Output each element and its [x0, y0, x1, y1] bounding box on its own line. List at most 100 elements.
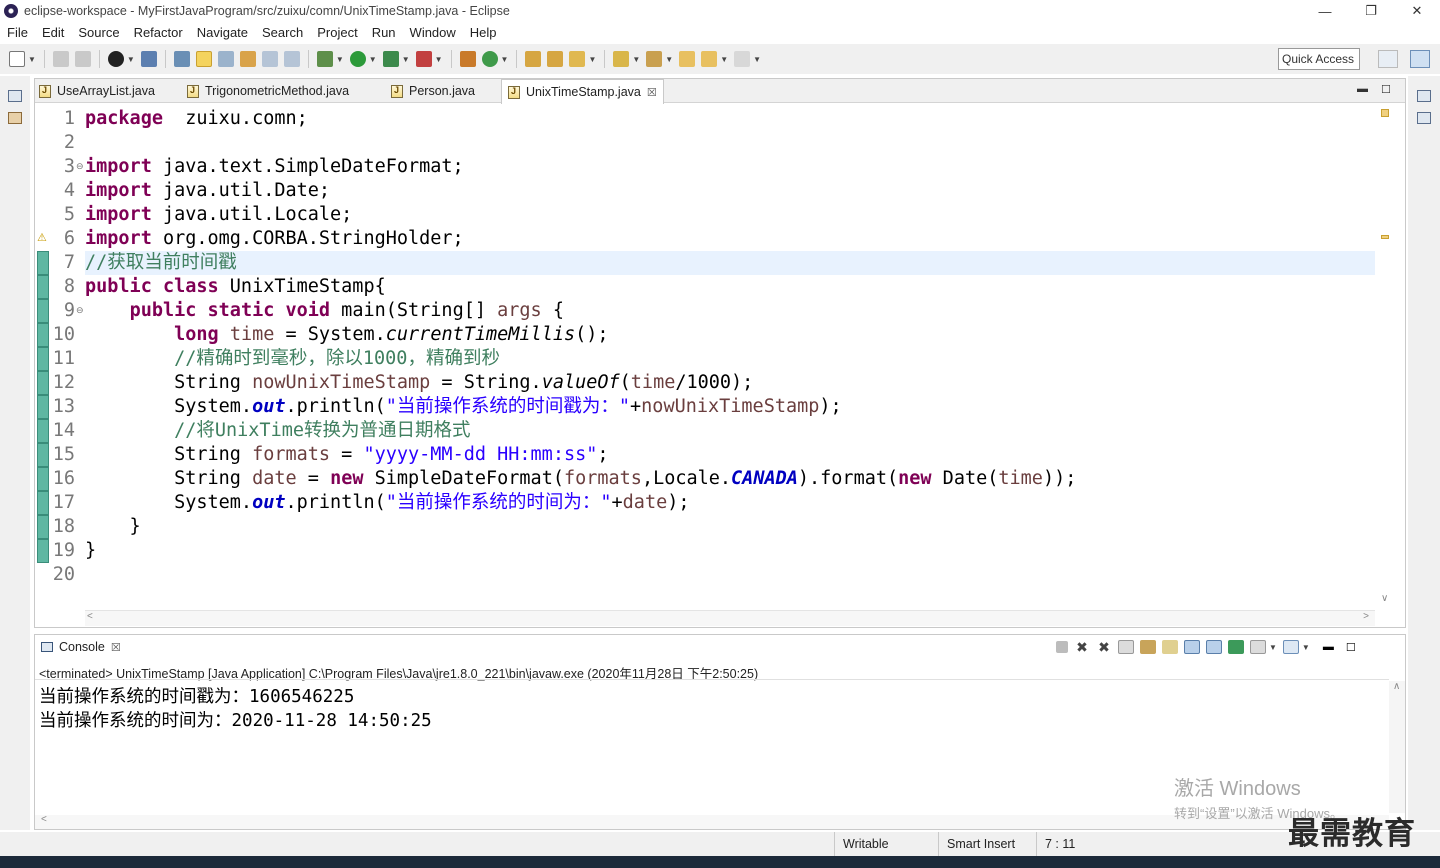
- menu-search[interactable]: Search: [255, 25, 310, 40]
- remove-all-icon[interactable]: ✖: [1096, 640, 1112, 654]
- code-line[interactable]: [85, 563, 1375, 587]
- fold-toggle-icon[interactable]: ⊖: [76, 305, 84, 316]
- debug-mode-icon[interactable]: [107, 51, 124, 67]
- menu-navigate[interactable]: Navigate: [190, 25, 255, 40]
- code-line[interactable]: }: [85, 539, 1375, 563]
- dropdown-arrow-icon[interactable]: ▼: [369, 55, 377, 64]
- open-folder-icon[interactable]: [547, 51, 564, 67]
- menu-source[interactable]: Source: [71, 25, 126, 40]
- coverage-icon[interactable]: [382, 51, 399, 67]
- save-icon[interactable]: [52, 51, 69, 67]
- display-console-icon[interactable]: [1250, 640, 1266, 654]
- open-task-icon[interactable]: [525, 51, 542, 67]
- code-line[interactable]: System.out.println("当前操作系统的时间为："+date);: [85, 491, 1375, 515]
- code-line[interactable]: package zuixu.comn;: [85, 107, 1375, 131]
- scroll-down-icon[interactable]: ∨: [1381, 593, 1388, 604]
- code-line[interactable]: String date = new SimpleDateFormat(forma…: [85, 467, 1375, 491]
- overview-warning-marker[interactable]: [1381, 235, 1389, 239]
- scroll-lock-icon[interactable]: [1140, 640, 1156, 654]
- pencil-icon[interactable]: [569, 51, 586, 67]
- overview-marker[interactable]: [1381, 109, 1389, 117]
- prev-edit-icon[interactable]: [646, 51, 663, 67]
- remove-launch-icon[interactable]: ✖: [1074, 640, 1090, 654]
- dropdown-arrow-icon[interactable]: ▼: [501, 55, 509, 64]
- maximize-icon[interactable]: ☐: [1381, 83, 1391, 96]
- show-on-stderr-icon[interactable]: [1206, 640, 1222, 654]
- new-file-icon[interactable]: [9, 51, 25, 67]
- word-wrap-icon[interactable]: [1162, 640, 1178, 654]
- toggle-mark-icon[interactable]: [239, 51, 256, 67]
- code-line[interactable]: //精确时到毫秒，除以1000，精确到秒: [85, 347, 1375, 371]
- dropdown-arrow-icon[interactable]: ▼: [336, 55, 344, 64]
- code-line[interactable]: public static void main(String[] args {: [85, 299, 1375, 323]
- clear-console-icon[interactable]: [1118, 640, 1134, 654]
- tab-trigonometric-method[interactable]: TrigonometricMethod.java: [187, 79, 349, 103]
- close-button[interactable]: ✕: [1394, 0, 1440, 22]
- code-line[interactable]: //获取当前时间戳: [85, 251, 1375, 275]
- dropdown-arrow-icon[interactable]: ▼: [28, 55, 36, 64]
- show-whitespace-icon[interactable]: [283, 51, 300, 67]
- minimize-icon[interactable]: ▬: [1323, 641, 1334, 653]
- scroll-left-icon[interactable]: <: [87, 611, 93, 622]
- code-line[interactable]: long time = System.currentTimeMillis();: [85, 323, 1375, 347]
- save-all-icon[interactable]: [74, 51, 91, 67]
- dropdown-arrow-icon[interactable]: ▼: [127, 55, 135, 64]
- new-class-icon[interactable]: [481, 51, 498, 67]
- tab-use-array-list[interactable]: UseArrayList.java: [39, 79, 155, 103]
- editor-horizontal-scrollbar[interactable]: < >: [85, 610, 1375, 626]
- package-explorer-icon[interactable]: [8, 112, 22, 124]
- external-tools-icon[interactable]: [415, 51, 432, 67]
- forward-icon[interactable]: [734, 51, 751, 67]
- code-line[interactable]: import java.text.SimpleDateFormat;: [85, 155, 1375, 179]
- menu-project[interactable]: Project: [310, 25, 364, 40]
- open-perspective-icon[interactable]: [1378, 50, 1398, 68]
- highlight-icon[interactable]: [195, 51, 212, 67]
- dropdown-arrow-icon[interactable]: ▼: [402, 55, 410, 64]
- code-line[interactable]: String nowUnixTimeStamp = String.valueOf…: [85, 371, 1375, 395]
- menu-help[interactable]: Help: [463, 25, 504, 40]
- debug-icon[interactable]: [316, 51, 333, 67]
- code-line[interactable]: [85, 131, 1375, 155]
- outline-icon[interactable]: [1417, 112, 1431, 124]
- run-icon[interactable]: [349, 51, 366, 67]
- dropdown-arrow-icon[interactable]: ▼: [588, 55, 596, 64]
- block-selection-icon[interactable]: [261, 51, 278, 67]
- code-line[interactable]: import java.util.Date;: [85, 179, 1375, 203]
- dropdown-arrow-icon[interactable]: ▼: [632, 55, 640, 64]
- code-line[interactable]: public class UnixTimeStamp{: [85, 275, 1375, 299]
- next-annotation-icon[interactable]: [217, 51, 234, 67]
- menu-edit[interactable]: Edit: [35, 25, 71, 40]
- restore-icon[interactable]: [8, 90, 22, 102]
- code-line[interactable]: System.out.println("当前操作系统的时间戳为："+nowUni…: [85, 395, 1375, 419]
- code-line[interactable]: String formats = "yyyy-MM-dd HH:mm:ss";: [85, 443, 1375, 467]
- code-editor[interactable]: package zuixu.comn; import java.text.Simp…: [85, 105, 1375, 610]
- scroll-right-icon[interactable]: >: [1363, 611, 1369, 622]
- menu-file[interactable]: File: [0, 25, 35, 40]
- warning-icon[interactable]: ⚠: [37, 231, 47, 244]
- dropdown-arrow-icon[interactable]: ▼: [1269, 643, 1277, 652]
- new-package-icon[interactable]: [459, 51, 476, 67]
- dropdown-arrow-icon[interactable]: ▼: [435, 55, 443, 64]
- fold-toggle-icon[interactable]: ⊖: [76, 161, 84, 172]
- dropdown-arrow-icon[interactable]: ▼: [1302, 643, 1310, 652]
- minimize-icon[interactable]: ▬: [1357, 83, 1368, 95]
- pin-console-icon[interactable]: [1228, 640, 1244, 654]
- menu-run[interactable]: Run: [365, 25, 403, 40]
- dropdown-arrow-icon[interactable]: ▼: [753, 55, 761, 64]
- quick-access-input[interactable]: Quick Access: [1278, 48, 1360, 70]
- menu-window[interactable]: Window: [403, 25, 463, 40]
- back-icon[interactable]: [701, 51, 718, 67]
- menu-refactor[interactable]: Refactor: [127, 25, 190, 40]
- scroll-up-icon[interactable]: ∧: [1393, 681, 1400, 692]
- restore-icon[interactable]: [1417, 90, 1431, 102]
- terminate-icon[interactable]: [1056, 641, 1068, 653]
- maximize-icon[interactable]: ☐: [1346, 641, 1356, 654]
- insert-mode-status[interactable]: Smart Insert: [938, 832, 1036, 856]
- tab-person[interactable]: Person.java: [391, 79, 475, 103]
- close-console-icon[interactable]: ☒: [111, 641, 121, 654]
- maximize-button[interactable]: ❐: [1348, 0, 1394, 22]
- open-type-icon[interactable]: [173, 51, 190, 67]
- code-line[interactable]: import java.util.Locale;: [85, 203, 1375, 227]
- code-line[interactable]: import org.omg.CORBA.StringHolder;: [85, 227, 1375, 251]
- scroll-left-icon[interactable]: <: [41, 814, 47, 825]
